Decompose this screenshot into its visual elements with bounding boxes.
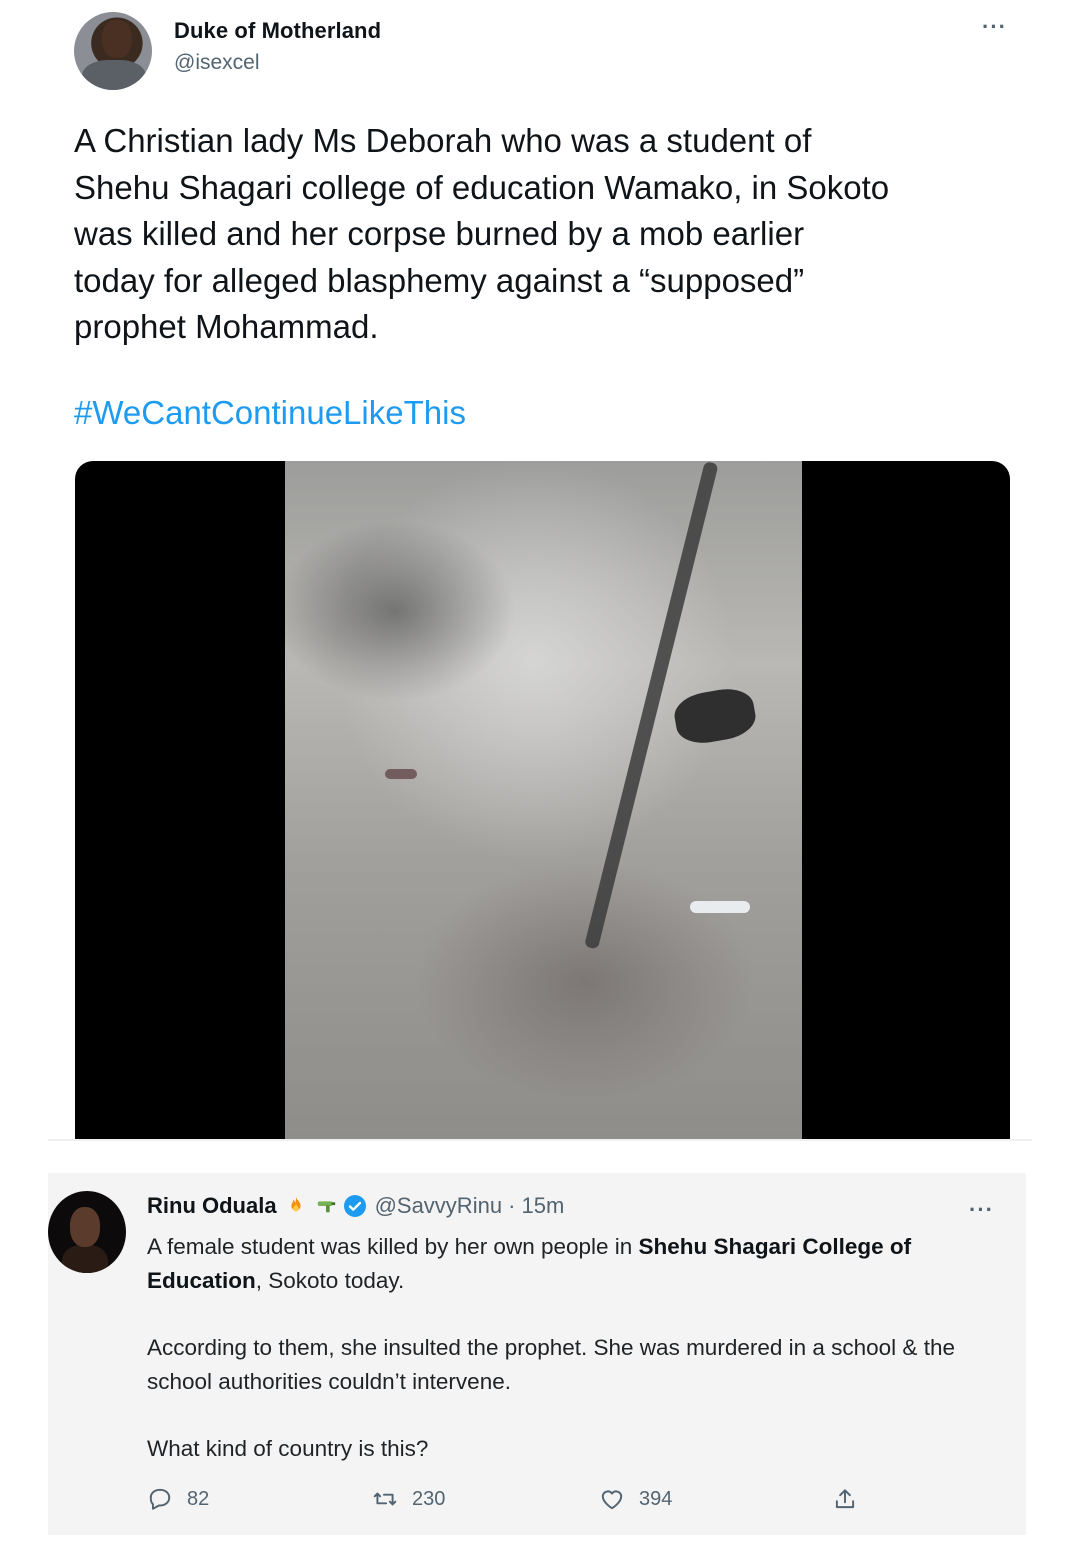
quoted-text-span: , Sokoto today.	[255, 1268, 405, 1293]
main-tweet: Duke of Motherland @isexcel ··· A Christ…	[0, 0, 1080, 1141]
author-name[interactable]: Duke of Motherland	[174, 18, 381, 44]
water-gun-icon	[317, 1201, 335, 1213]
verified-badge-icon	[343, 1195, 366, 1217]
divider	[48, 1139, 1032, 1141]
author-handle[interactable]: @isexcel	[174, 51, 260, 75]
tweet-text-line: prophet Mohammad.	[74, 308, 379, 345]
quoted-paragraph: A female student was killed by her own p…	[147, 1230, 1007, 1298]
quoted-timestamp[interactable]: · 15m	[508, 1193, 564, 1219]
like-button[interactable]: 394	[599, 1486, 672, 1512]
tweet-text-line: was killed and her corpse burned by a mo…	[74, 215, 805, 252]
share-button[interactable]	[832, 1486, 872, 1512]
retweet-icon	[373, 1492, 397, 1506]
reply-icon	[149, 1488, 171, 1510]
video-player[interactable]	[75, 461, 1010, 1139]
reply-button[interactable]: 82	[147, 1486, 209, 1512]
author-avatar[interactable]	[74, 12, 152, 90]
hashtag-link[interactable]: #WeCantContinueLikeThis	[74, 394, 466, 432]
retweet-button[interactable]: 230	[372, 1486, 445, 1512]
quoted-author-avatar[interactable]	[48, 1191, 126, 1273]
quoted-author-name[interactable]: Rinu Oduala	[147, 1193, 277, 1219]
quoted-tweet[interactable]: Rinu Oduala @SavvyRinu · 15m ··· A femal…	[48, 1173, 1026, 1535]
heart-icon	[601, 1490, 623, 1510]
quoted-paragraph: According to them, she insulted the prop…	[147, 1335, 955, 1394]
like-count: 394	[639, 1487, 673, 1510]
tweet-text-line: A Christian lady Ms Deborah who was a st…	[74, 122, 812, 159]
retweet-count: 230	[412, 1487, 446, 1510]
video-frame	[285, 461, 802, 1139]
quoted-text-span: A female student was killed by her own p…	[147, 1234, 639, 1259]
share-icon	[835, 1489, 855, 1509]
tweet-text-line: today for alleged blasphemy against a “s…	[74, 261, 805, 299]
more-options-icon[interactable]: ···	[982, 14, 1007, 40]
quoted-author-handle[interactable]: @SavvyRinu	[375, 1193, 503, 1219]
tweet-text-line: Shehu Shagari college of education Wamak…	[74, 168, 890, 206]
reply-count: 82	[187, 1487, 210, 1510]
quoted-tweet-header: Rinu Oduala @SavvyRinu · 15m	[147, 1193, 564, 1219]
tweet-actions: 82 230 394	[147, 1486, 867, 1520]
quoted-tweet-text: A female student was killed by her own p…	[147, 1230, 1007, 1499]
quoted-paragraph: What kind of country is this?	[147, 1436, 429, 1461]
fire-icon	[290, 1196, 301, 1212]
quoted-more-options-icon[interactable]: ···	[969, 1197, 994, 1223]
tweet-text: A Christian lady Ms Deborah who was a st…	[74, 118, 1034, 351]
